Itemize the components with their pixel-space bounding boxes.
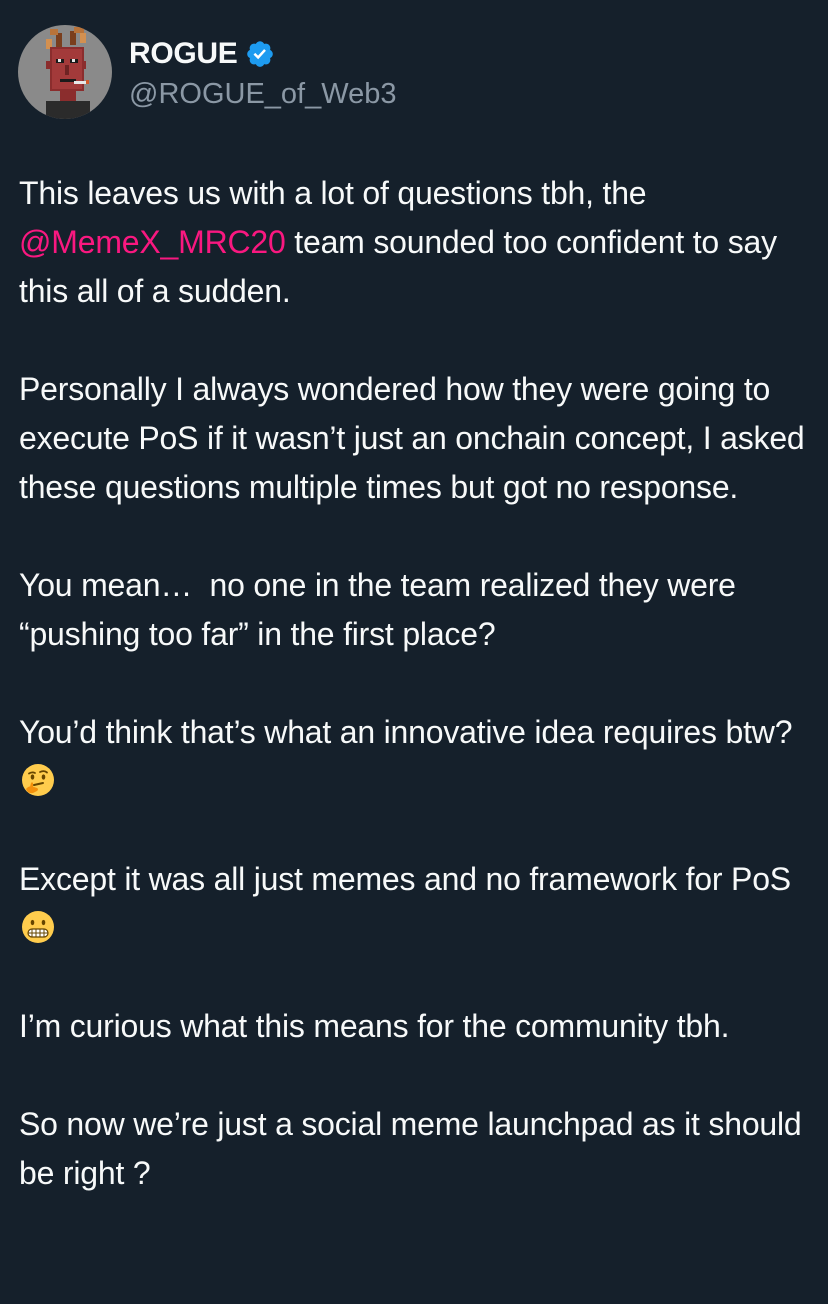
- tweet-paragraph-5: Except it was all just memes and no fram…: [19, 855, 814, 953]
- display-name[interactable]: ROGUE: [129, 37, 238, 71]
- author-handle[interactable]: @ROGUE_of_Web3: [129, 78, 396, 111]
- paragraph-text: Except it was all just memes and no fram…: [19, 861, 791, 897]
- tweet-paragraph-4: You’d think that’s what an innovative id…: [19, 708, 814, 806]
- avatar[interactable]: [18, 25, 112, 119]
- tweet-paragraph-3: You mean… no one in the team realized th…: [19, 567, 745, 652]
- mention-link[interactable]: @MemeX_MRC20: [19, 224, 286, 260]
- verified-badge-icon[interactable]: [245, 39, 275, 69]
- grimacing-face-emoji-icon: [20, 909, 56, 945]
- paragraph-text: This leaves us with a lot of questions t…: [19, 175, 656, 211]
- tweet-text: This leaves us with a lot of questions t…: [19, 169, 814, 1198]
- thinking-face-emoji-icon: [20, 762, 56, 798]
- name-row: ROGUE: [129, 34, 396, 74]
- tweet-paragraph-7: So now we’re just a social meme launchpa…: [19, 1106, 811, 1191]
- paragraph-text: You’d think that’s what an innovative id…: [19, 714, 793, 750]
- tweet-paragraph-1: This leaves us with a lot of questions t…: [19, 169, 814, 316]
- pixel-art-avatar-icon: [18, 25, 112, 119]
- tweet-header: ROGUE @ROGUE_of_Web3: [18, 24, 396, 120]
- author-identity: ROGUE @ROGUE_of_Web3: [129, 34, 396, 111]
- tweet-paragraph-6: I’m curious what this means for the comm…: [19, 1008, 730, 1044]
- tweet-paragraph-2: Personally I always wondered how they we…: [19, 371, 814, 505]
